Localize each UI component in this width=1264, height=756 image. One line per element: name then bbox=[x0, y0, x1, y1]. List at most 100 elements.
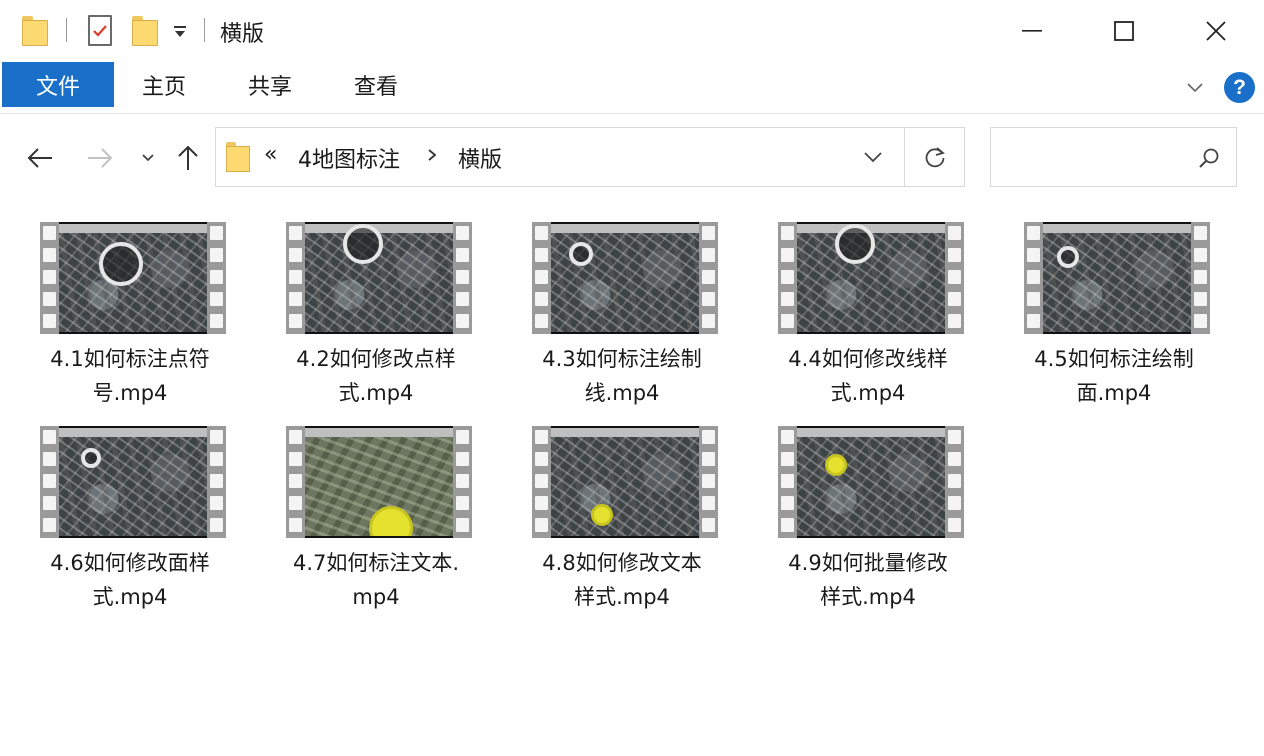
window-title: 横版 bbox=[220, 22, 265, 47]
search-input[interactable] bbox=[999, 140, 1189, 174]
minimize-button[interactable] bbox=[986, 0, 1078, 62]
video-file-icon bbox=[40, 222, 226, 334]
file-item[interactable]: 4.7如何标注文本. mp4 bbox=[258, 426, 494, 626]
video-thumbnail bbox=[59, 426, 207, 538]
map-marker bbox=[835, 224, 875, 264]
tab-share[interactable]: 共享 bbox=[248, 62, 292, 107]
toolbar-separator bbox=[204, 18, 205, 42]
video-thumbnail bbox=[305, 426, 453, 538]
recent-locations-button[interactable] bbox=[130, 140, 166, 176]
film-strip bbox=[40, 426, 59, 538]
toolbar-separator bbox=[66, 18, 67, 42]
map-marker bbox=[569, 242, 593, 266]
breadcrumb-chevron-icon[interactable] bbox=[426, 142, 438, 174]
tab-home[interactable]: 主页 bbox=[142, 62, 186, 107]
file-item[interactable]: 4.8如何修改文本 样式.mp4 bbox=[504, 426, 740, 626]
file-item[interactable]: 4.5如何标注绘制 面.mp4 bbox=[996, 222, 1232, 422]
file-name: 4.8如何修改文本 样式.mp4 bbox=[542, 551, 702, 609]
expand-ribbon-chevron-icon[interactable] bbox=[1184, 76, 1206, 98]
film-strip bbox=[453, 222, 472, 334]
film-strip bbox=[40, 222, 59, 334]
maximize-button[interactable] bbox=[1078, 0, 1170, 62]
video-thumbnail bbox=[551, 426, 699, 538]
film-strip bbox=[778, 222, 797, 334]
forward-icon bbox=[88, 148, 113, 168]
file-name: 4.7如何标注文本. mp4 bbox=[292, 551, 460, 609]
map-marker bbox=[81, 448, 101, 468]
search-box[interactable] bbox=[990, 127, 1237, 187]
video-thumbnail bbox=[305, 222, 453, 334]
film-strip bbox=[207, 222, 226, 334]
film-strip bbox=[286, 222, 305, 334]
film-strip bbox=[945, 426, 964, 538]
file-name: 4.9如何批量修改 样式.mp4 bbox=[788, 551, 948, 609]
film-strip bbox=[699, 426, 718, 538]
close-icon bbox=[1206, 21, 1226, 41]
video-file-icon bbox=[778, 222, 964, 334]
film-strip bbox=[778, 426, 797, 538]
ribbon: 文件 主页 共享 查看 ? bbox=[0, 62, 1264, 114]
help-icon[interactable]: ? bbox=[1224, 72, 1255, 103]
up-button[interactable] bbox=[170, 140, 206, 176]
video-file-icon bbox=[286, 222, 472, 334]
file-name: 4.4如何修改线样 式.mp4 bbox=[788, 347, 948, 405]
film-strip bbox=[453, 426, 472, 538]
file-name: 4.2如何修改点样 式.mp4 bbox=[296, 347, 456, 405]
film-strip bbox=[207, 426, 226, 538]
properties-icon[interactable] bbox=[88, 15, 112, 46]
video-file-icon bbox=[40, 426, 226, 538]
file-name: 4.1如何标注点符 号.mp4 bbox=[50, 347, 210, 405]
address-dropdown-icon[interactable] bbox=[862, 146, 884, 172]
breadcrumb-overflow[interactable]: « bbox=[264, 142, 277, 167]
map-marker bbox=[1057, 246, 1079, 268]
film-strip bbox=[1024, 222, 1043, 334]
minimize-icon bbox=[1022, 30, 1042, 32]
film-strip bbox=[699, 222, 718, 334]
file-item[interactable]: 4.2如何修改点样 式.mp4 bbox=[258, 222, 494, 422]
file-name: 4.3如何标注绘制 线.mp4 bbox=[542, 347, 702, 405]
file-item[interactable]: 4.4如何修改线样 式.mp4 bbox=[750, 222, 986, 422]
refresh-icon[interactable] bbox=[922, 144, 948, 174]
breadcrumb-item-current[interactable]: 横版 bbox=[458, 142, 502, 174]
video-file-icon bbox=[532, 222, 718, 334]
video-thumbnail bbox=[797, 222, 945, 334]
map-marker bbox=[99, 242, 143, 286]
close-button[interactable] bbox=[1170, 0, 1262, 62]
map-marker bbox=[343, 224, 383, 264]
search-icon[interactable] bbox=[1197, 146, 1221, 174]
maximize-icon bbox=[1114, 21, 1134, 41]
forward-button[interactable] bbox=[82, 140, 118, 176]
film-strip bbox=[945, 222, 964, 334]
map-marker bbox=[591, 504, 613, 526]
film-strip bbox=[1191, 222, 1210, 334]
file-item[interactable]: 4.1如何标注点符 号.mp4 bbox=[12, 222, 248, 422]
address-separator bbox=[904, 128, 905, 186]
tab-file[interactable]: 文件 bbox=[2, 62, 114, 107]
tab-view[interactable]: 查看 bbox=[354, 62, 398, 107]
video-thumbnail bbox=[59, 222, 207, 334]
title-bar: 横版 bbox=[0, 0, 1264, 62]
video-file-icon bbox=[286, 426, 472, 538]
file-name: 4.6如何修改面样 式.mp4 bbox=[50, 551, 210, 609]
video-thumbnail bbox=[797, 426, 945, 538]
video-file-icon bbox=[532, 426, 718, 538]
film-strip bbox=[286, 426, 305, 538]
file-name: 4.5如何标注绘制 面.mp4 bbox=[1034, 347, 1194, 405]
video-thumbnail bbox=[1043, 222, 1191, 334]
file-item[interactable]: 4.6如何修改面样 式.mp4 bbox=[12, 426, 248, 626]
back-button[interactable] bbox=[22, 140, 58, 176]
video-file-icon bbox=[1024, 222, 1210, 334]
video-thumbnail bbox=[551, 222, 699, 334]
map-marker bbox=[825, 454, 847, 476]
up-icon bbox=[178, 145, 198, 170]
recent-icon bbox=[142, 154, 154, 162]
address-bar[interactable]: « 4地图标注 横版 bbox=[215, 127, 965, 187]
film-strip bbox=[532, 426, 551, 538]
back-icon bbox=[27, 148, 52, 168]
file-item[interactable]: 4.3如何标注绘制 线.mp4 bbox=[504, 222, 740, 422]
film-strip bbox=[532, 222, 551, 334]
breadcrumb-item[interactable]: 4地图标注 bbox=[298, 142, 400, 174]
video-file-icon bbox=[778, 426, 964, 538]
dropdown-icon[interactable] bbox=[172, 24, 188, 40]
file-item[interactable]: 4.9如何批量修改 样式.mp4 bbox=[750, 426, 986, 626]
